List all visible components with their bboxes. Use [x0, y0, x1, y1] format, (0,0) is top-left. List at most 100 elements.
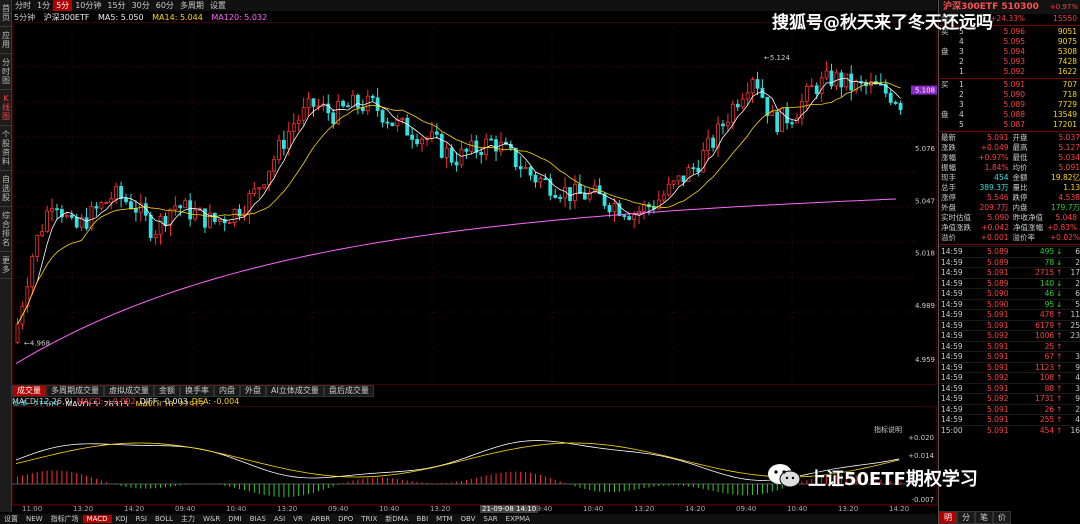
indicator-tab[interactable]: 换手率 [180, 385, 214, 397]
indicator-button[interactable]: 新DMA [381, 514, 412, 524]
quote-label: 内盘 [1012, 203, 1028, 212]
period-tab[interactable]: 60分 [153, 0, 177, 11]
candle [99, 202, 104, 209]
candle [281, 139, 286, 149]
candle [50, 208, 54, 212]
indicator-button[interactable]: VR [289, 515, 307, 523]
indicator-button[interactable]: ARBR [307, 515, 334, 523]
period-tab[interactable]: 10分钟 [72, 0, 104, 11]
candle [543, 178, 548, 181]
indicator-tab[interactable]: 多周期成交量 [46, 385, 104, 397]
indicator-button[interactable]: RSI [132, 515, 151, 523]
quote-value: +0.97% [978, 153, 1009, 162]
sells-price: 5.094 [1003, 47, 1025, 56]
period-tab[interactable]: 30分 [129, 0, 153, 11]
quote-tab[interactable]: 明 [939, 511, 957, 524]
tick-volume: 1731 [1035, 394, 1055, 403]
indicator-button[interactable]: BBI [412, 515, 432, 523]
period-tab[interactable]: 多周期 [177, 0, 207, 11]
candle [642, 204, 646, 212]
nav-item[interactable]: 个股资料 [0, 126, 12, 171]
tick-price: 5.091 [987, 341, 1009, 351]
candle [449, 147, 454, 163]
time-label: 10:40 [379, 505, 400, 513]
indicator-tab[interactable]: 盘后成交量 [323, 385, 374, 397]
indicator-button[interactable]: BOLL [151, 515, 177, 523]
sells-volume: 7428 [1057, 57, 1077, 66]
indicator-button[interactable]: 指标广场 [47, 514, 83, 524]
candle [291, 123, 296, 132]
period-tab[interactable]: 1分 [34, 0, 53, 11]
indicator-tab[interactable]: 内盘 [214, 385, 240, 397]
indicator-button[interactable]: SAR [479, 515, 501, 523]
period-tab[interactable]: 设置 [207, 0, 229, 11]
candle [69, 214, 74, 218]
macd-chart[interactable]: +0.020 +0.014 -0.007 指标说明 [12, 406, 937, 506]
indicator-button[interactable]: KDJ [112, 515, 132, 523]
candle [676, 175, 681, 182]
nav-item[interactable]: 分时图 [0, 54, 12, 90]
indicator-button[interactable]: MTM [432, 515, 456, 523]
indicator-button[interactable]: BIAS [246, 515, 270, 523]
indicator-button[interactable]: OBV [457, 515, 480, 523]
indicator-button[interactable]: DMI [224, 515, 246, 523]
tick-count: 3 [1075, 383, 1080, 393]
period-tab[interactable]: 5分 [53, 0, 73, 11]
candle [227, 222, 232, 224]
quote-tab[interactable]: 价 [993, 511, 1011, 524]
quote-tab[interactable]: 分 [957, 511, 975, 524]
buys-row: 5 5.087 17201 [939, 120, 1080, 130]
candle [444, 147, 449, 158]
candle [814, 85, 819, 94]
candle [45, 210, 49, 232]
indicator-tab[interactable]: 虚拟成交量 [104, 385, 154, 397]
instrument-name: 沪深300ETF [43, 13, 90, 22]
indicator-button[interactable]: 设置 [0, 514, 22, 524]
indicator-tab[interactable]: 金额 [154, 385, 180, 397]
left-nav: 首页 应用 分时图 K线图 个股资料 自选股 综合排名 更多 [0, 0, 12, 512]
indicator-button[interactable]: DPO [334, 515, 357, 523]
sells-price: 5.095 [1003, 37, 1025, 46]
indicator-button[interactable]: EXPMA [502, 515, 534, 523]
candle [518, 166, 523, 170]
candle [568, 187, 572, 202]
buys-price: 5.091 [1003, 80, 1025, 89]
candle [553, 194, 558, 198]
tick-row: 14:59 5.089 140 ↓ 2 [939, 277, 1080, 289]
indicator-button[interactable]: 主力 [177, 514, 199, 524]
period-tab[interactable]: 分时 [12, 0, 34, 11]
up-arrow-icon: ↑ [1056, 268, 1063, 277]
buys-volume: 17201 [1053, 120, 1077, 129]
candle [888, 92, 893, 103]
candle [499, 141, 503, 152]
indicator-button[interactable]: TRIX [357, 515, 381, 523]
candle [770, 111, 775, 116]
period-tab[interactable]: 15分 [104, 0, 128, 11]
quote-row: 总手 389.3万 量比 1.13 [939, 183, 1080, 193]
nav-item[interactable]: K线图 [0, 90, 12, 126]
nav-item[interactable]: 应用 [0, 27, 12, 54]
candle [188, 200, 193, 220]
nav-item[interactable]: 自选股 [0, 171, 12, 207]
candle [15, 323, 20, 343]
indicator-tab[interactable]: AI立体成交量 [266, 385, 324, 397]
candle [272, 158, 276, 172]
nav-item[interactable]: 综合排名 [0, 207, 12, 252]
indicator-tab[interactable]: 外盘 [240, 385, 266, 397]
candlestick-chart[interactable]: ←4.968 ←5.124 5.108 5.076 5.047 5.018 4.989 4.9… [12, 22, 937, 385]
indicator-button[interactable]: NEW [22, 515, 47, 523]
nav-item[interactable]: 更多 [0, 252, 12, 279]
candle [163, 215, 168, 226]
quote-tab[interactable]: 笔 [975, 511, 993, 524]
buys-level: 2 [959, 90, 964, 99]
candle [454, 161, 459, 166]
indicator-button[interactable]: MACD [82, 515, 112, 523]
indicator-button[interactable]: W&R [199, 515, 224, 523]
quote-row: 最新 5.091 开盘 5.037 [939, 133, 1080, 143]
nav-item[interactable]: 首页 [0, 0, 12, 27]
indicator-help-link[interactable]: 指标说明 [874, 425, 902, 434]
indicator-button[interactable]: ASI [270, 515, 289, 523]
tick-price: 5.091 [987, 268, 1009, 277]
indicator-tab[interactable]: 成交量 [12, 385, 46, 397]
tick-time: 14:59 [941, 362, 963, 372]
